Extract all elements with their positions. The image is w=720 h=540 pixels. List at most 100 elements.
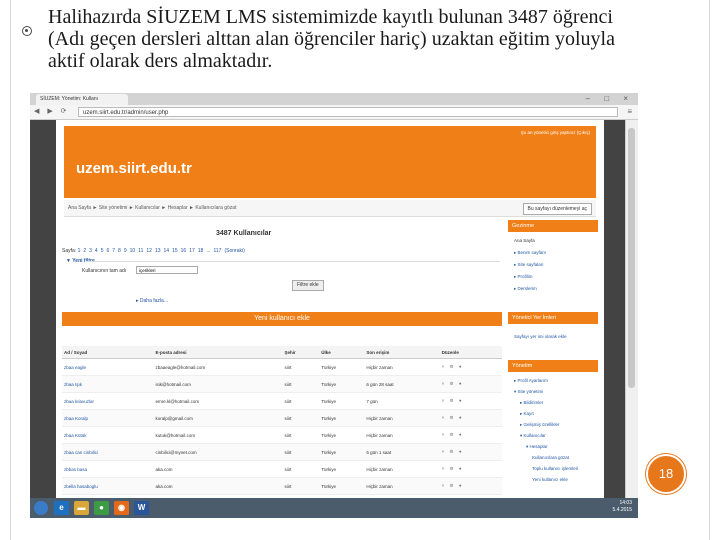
column-header[interactable]: Şehir — [282, 346, 320, 359]
scroll-thumb[interactable] — [628, 128, 635, 388]
browser-viewport: uzem.siirt.edu.tr Şu an yönetici giriş y… — [30, 120, 626, 498]
column-header[interactable]: Düzenle — [439, 346, 502, 359]
administration-block-title[interactable]: Yönetim — [508, 360, 598, 372]
pager-link[interactable]: 10 — [130, 248, 136, 254]
pager-link[interactable]: 5 — [101, 248, 104, 254]
pager-link[interactable]: 8 — [118, 248, 121, 254]
user-name-link[interactable]: zbaa kılavuzlar — [62, 392, 154, 410]
column-header[interactable]: E-posta adresi — [153, 346, 283, 359]
sidebar-admin-item[interactable]: Yeni kullanıcı ekle — [532, 477, 568, 482]
row-actions[interactable]: × ⚙ ● — [439, 426, 502, 444]
customize-page-button[interactable]: Bu sayfayı düzenlemeyi aç — [522, 203, 592, 215]
table-row: zbaa kılavuzlar emre.kl@hotmail.com siirt T… — [62, 392, 502, 410]
pager-link[interactable]: 3 — [89, 248, 92, 254]
pager-link[interactable]: 12 — [146, 248, 152, 254]
show-more-link[interactable]: ▸ Daha fazla... — [136, 298, 168, 304]
filter-operator-select[interactable]: içerikleri — [136, 266, 198, 274]
add-new-user-button[interactable]: Yeni kullanıcı ekle — [62, 312, 502, 326]
pager-link[interactable]: 9 — [124, 248, 127, 254]
sidebar-admin-item[interactable]: ▾ Hesaplar — [526, 444, 548, 450]
column-header[interactable]: Ad / Soyad — [62, 346, 154, 359]
word-icon[interactable]: W — [134, 501, 149, 515]
row-actions[interactable]: × ⚙ ● — [439, 477, 502, 495]
slide-body-text: Halihazırda SİUZEM LMS sistemimizde kayı… — [48, 6, 615, 72]
sidebar-nav-item[interactable]: ▸ Benim sayfam — [514, 250, 546, 256]
column-header[interactable]: Son erişim — [364, 346, 440, 359]
table-cell: zbaaeagle@hotmail.com — [153, 358, 283, 376]
pager-link[interactable]: 15 — [172, 248, 178, 254]
breadcrumb[interactable]: Ana Sayfa ► Site yönetimi ► Kullanıcılar… — [68, 200, 236, 216]
pager-link[interactable]: 18 — [198, 248, 204, 254]
row-actions[interactable]: × ⚙ ● — [439, 409, 502, 427]
user-name-link[interactable]: zbaa eagle — [62, 358, 154, 376]
pager-link[interactable]: 7 — [112, 248, 115, 254]
sidebar-admin-item[interactable]: Toplu kullanıcı işlemleri — [532, 466, 578, 471]
sidebar-admin-item[interactable]: ▸ Bildirimler — [520, 400, 543, 406]
column-header[interactable]: Ülke — [319, 346, 365, 359]
taskbar-clock[interactable]: 14:03 5.4.2015 — [613, 500, 632, 514]
table-cell: Türkiye — [319, 443, 365, 461]
user-name-link[interactable]: zbaa Kütük — [62, 426, 154, 444]
sidebar-admin-item[interactable]: ▸ Kayıt — [520, 411, 534, 417]
firefox-icon[interactable]: ◉ — [114, 501, 129, 515]
bookmark-page-link[interactable]: Sayfayı yer imi olarak ekle — [514, 334, 567, 339]
scrollbar[interactable] — [625, 120, 638, 498]
pager-link[interactable]: 13 — [155, 248, 161, 254]
table-cell: koralp@gmail.com — [153, 409, 283, 427]
address-input[interactable]: uzem.siirt.edu.tr/admin/user.php — [78, 107, 618, 117]
menu-icon[interactable]: ≡ — [627, 105, 632, 119]
admin-bookmarks-title[interactable]: Yönetici Yer İmleri — [508, 312, 598, 324]
pager-link[interactable]: 6 — [106, 248, 109, 254]
bullet-icon — [22, 26, 32, 36]
table-cell: Hiçbir zaman — [364, 409, 440, 427]
browser-tab[interactable]: SİUZEM: Yönetim: Kullanı — [36, 94, 128, 105]
row-actions[interactable]: × ⚙ ● — [439, 375, 502, 393]
sidebar-nav-item[interactable]: ▸ Derslerim — [514, 286, 537, 292]
table-cell: siirt — [282, 477, 320, 495]
start-button[interactable] — [34, 501, 48, 515]
sidebar-admin-item[interactable]: Kullanıcılara gözat — [532, 455, 569, 460]
sidebar-nav-item[interactable]: Ana Sayfa — [514, 238, 535, 243]
table-cell: Hiçbir zaman — [364, 358, 440, 376]
add-filter-button[interactable]: Filtre ekle — [292, 280, 324, 291]
pager-link[interactable]: 11 — [138, 248, 143, 254]
pager-link[interactable]: 17 — [189, 248, 195, 254]
ie-icon[interactable]: e — [54, 501, 69, 515]
pager-link[interactable]: 2 — [83, 248, 86, 254]
user-name-link[interactable]: zbaa Koralp — [62, 409, 154, 427]
login-info[interactable]: Şu an yönetici giriş yaptınız (Çıkış) — [521, 130, 590, 135]
user-name-link[interactable]: zbella hasaboglu — [62, 477, 154, 495]
row-actions[interactable]: × ⚙ ● — [439, 392, 502, 410]
row-actions[interactable]: × ⚙ ● — [439, 460, 502, 478]
pager-link[interactable]: (Sonraki) — [224, 248, 244, 254]
sidebar-admin-item[interactable]: ▾ Kullanıcılar — [520, 433, 546, 439]
folder-icon[interactable]: ▬ — [74, 501, 89, 515]
pager-link[interactable]: 16 — [181, 248, 187, 254]
sidebar-nav-item[interactable]: ▸ Profilim — [514, 274, 533, 280]
user-name-link[interactable]: zbbas basa — [62, 460, 154, 478]
table-cell: emre.kl@hotmail.com — [153, 392, 283, 410]
table-cell: Türkiye — [319, 426, 365, 444]
pager-label: Sayfa: — [62, 248, 77, 254]
table-row: zbaa eagle zbaaeagle@hotmail.com siirt Türk… — [62, 358, 502, 376]
pager-link[interactable]: ... — [206, 248, 210, 254]
window-controls[interactable]: – □ × — [586, 93, 634, 105]
sidebar-admin-item[interactable]: ▸ Profil Ayarlarım — [514, 378, 548, 384]
user-name-link[interactable]: zbaa Işık — [62, 375, 154, 393]
sidebar-nav-item[interactable]: ▸ Site sayfaları — [514, 262, 544, 268]
navigation-block-title[interactable]: Gezinme — [508, 220, 598, 232]
pager-link[interactable]: 117 — [213, 248, 221, 254]
chrome-icon[interactable]: ● — [94, 501, 109, 515]
user-name-link[interactable]: zbaa can cinbilici — [62, 443, 154, 461]
sidebar-admin-item[interactable]: ▸ Gelişmiş özellikler — [520, 422, 560, 428]
site-header: uzem.siirt.edu.tr Şu an yönetici giriş y… — [64, 126, 596, 198]
pager-link[interactable]: 1 — [78, 248, 81, 254]
row-actions[interactable]: × ⚙ ● — [439, 358, 502, 376]
site-logo[interactable]: uzem.siirt.edu.tr — [76, 160, 192, 177]
filter-divider — [86, 261, 500, 262]
pager-link[interactable]: 4 — [95, 248, 98, 254]
row-actions[interactable]: × ⚙ ● — [439, 443, 502, 461]
sidebar-admin-item[interactable]: ▾ Site yönetimi — [514, 389, 543, 395]
nav-arrows-icon[interactable]: ◀ ▶ ⟳ — [34, 105, 70, 119]
pager-link[interactable]: 14 — [164, 248, 170, 254]
